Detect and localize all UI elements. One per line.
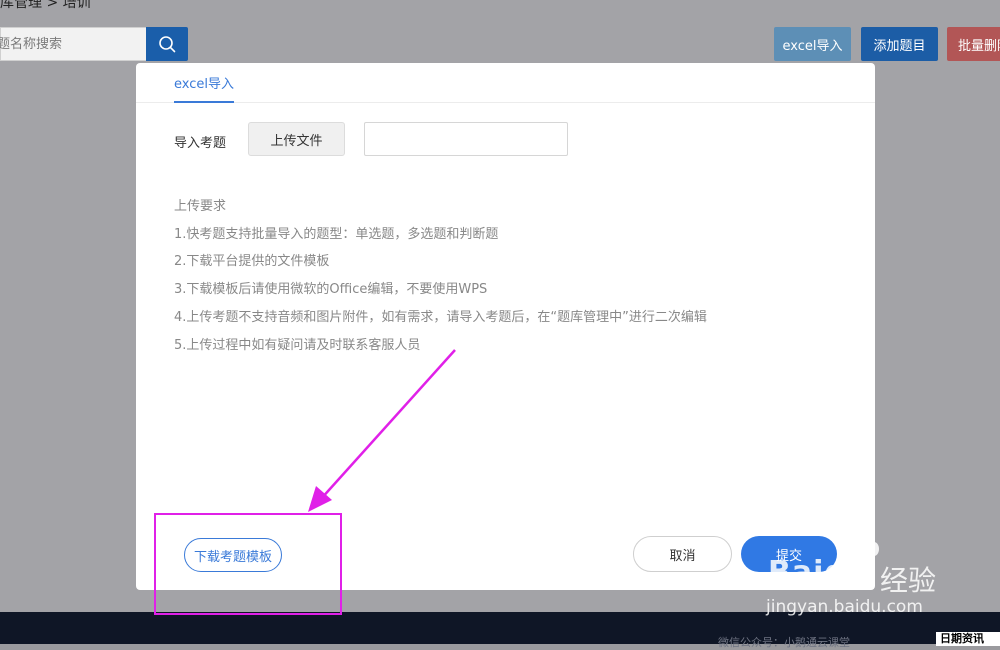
watermark-jingyan: 经验 xyxy=(880,564,937,597)
search-box[interactable] xyxy=(0,27,146,61)
search-icon xyxy=(159,36,176,53)
requirement-item: 2.下载平台提供的文件模板 xyxy=(174,254,330,269)
watermark-url: jingyan.baidu.com xyxy=(766,597,923,617)
requirements-title: 上传要求 xyxy=(174,199,227,214)
excel-import-dialog: excel导入 导入考题 上传文件 上传要求 1.快考题支持批量导入的题型：单选… xyxy=(136,63,875,590)
import-questions-label: 导入考题 xyxy=(174,136,227,151)
add-question-button[interactable]: 添加题目 xyxy=(861,27,938,61)
search-input[interactable] xyxy=(0,28,137,60)
requirement-item: 3.下载模板后请使用微软的Office编辑，不要使用WPS xyxy=(174,282,488,297)
breadcrumb: 库管理 > 培训 xyxy=(0,0,91,11)
annotation-highlight-box xyxy=(154,513,342,615)
requirement-item: 4.上传考题不支持音频和图片附件，如有需求，请导入考题后，在“题库管理中”进行二… xyxy=(174,310,707,325)
baidu-jingyan-watermark: Baidu 经验 jingyan.baidu.com xyxy=(760,535,1000,625)
requirement-item: 5.上传过程中如有疑问请及时联系客服人员 xyxy=(174,338,421,353)
batch-delete-button[interactable]: 批量删除 xyxy=(947,27,1000,61)
watermark-brand: Baidu xyxy=(768,555,869,590)
dialog-tab-bar: excel导入 xyxy=(136,63,875,103)
search-button[interactable] xyxy=(146,27,188,61)
cancel-button[interactable]: 取消 xyxy=(633,536,732,572)
footer-text: 微信公众号：小鹅通云课堂 xyxy=(718,636,850,649)
upload-file-button[interactable]: 上传文件 xyxy=(248,122,345,156)
watermark-brand-part2: du xyxy=(824,555,870,590)
file-name-field[interactable] xyxy=(364,122,568,156)
tab-excel-import[interactable]: excel导入 xyxy=(174,73,234,103)
excel-import-button[interactable]: excel导入 xyxy=(774,27,851,61)
requirement-item: 1.快考题支持批量导入的题型：单选题，多选题和判断题 xyxy=(174,227,499,242)
watermark-brand-part1: Bai xyxy=(768,555,825,590)
